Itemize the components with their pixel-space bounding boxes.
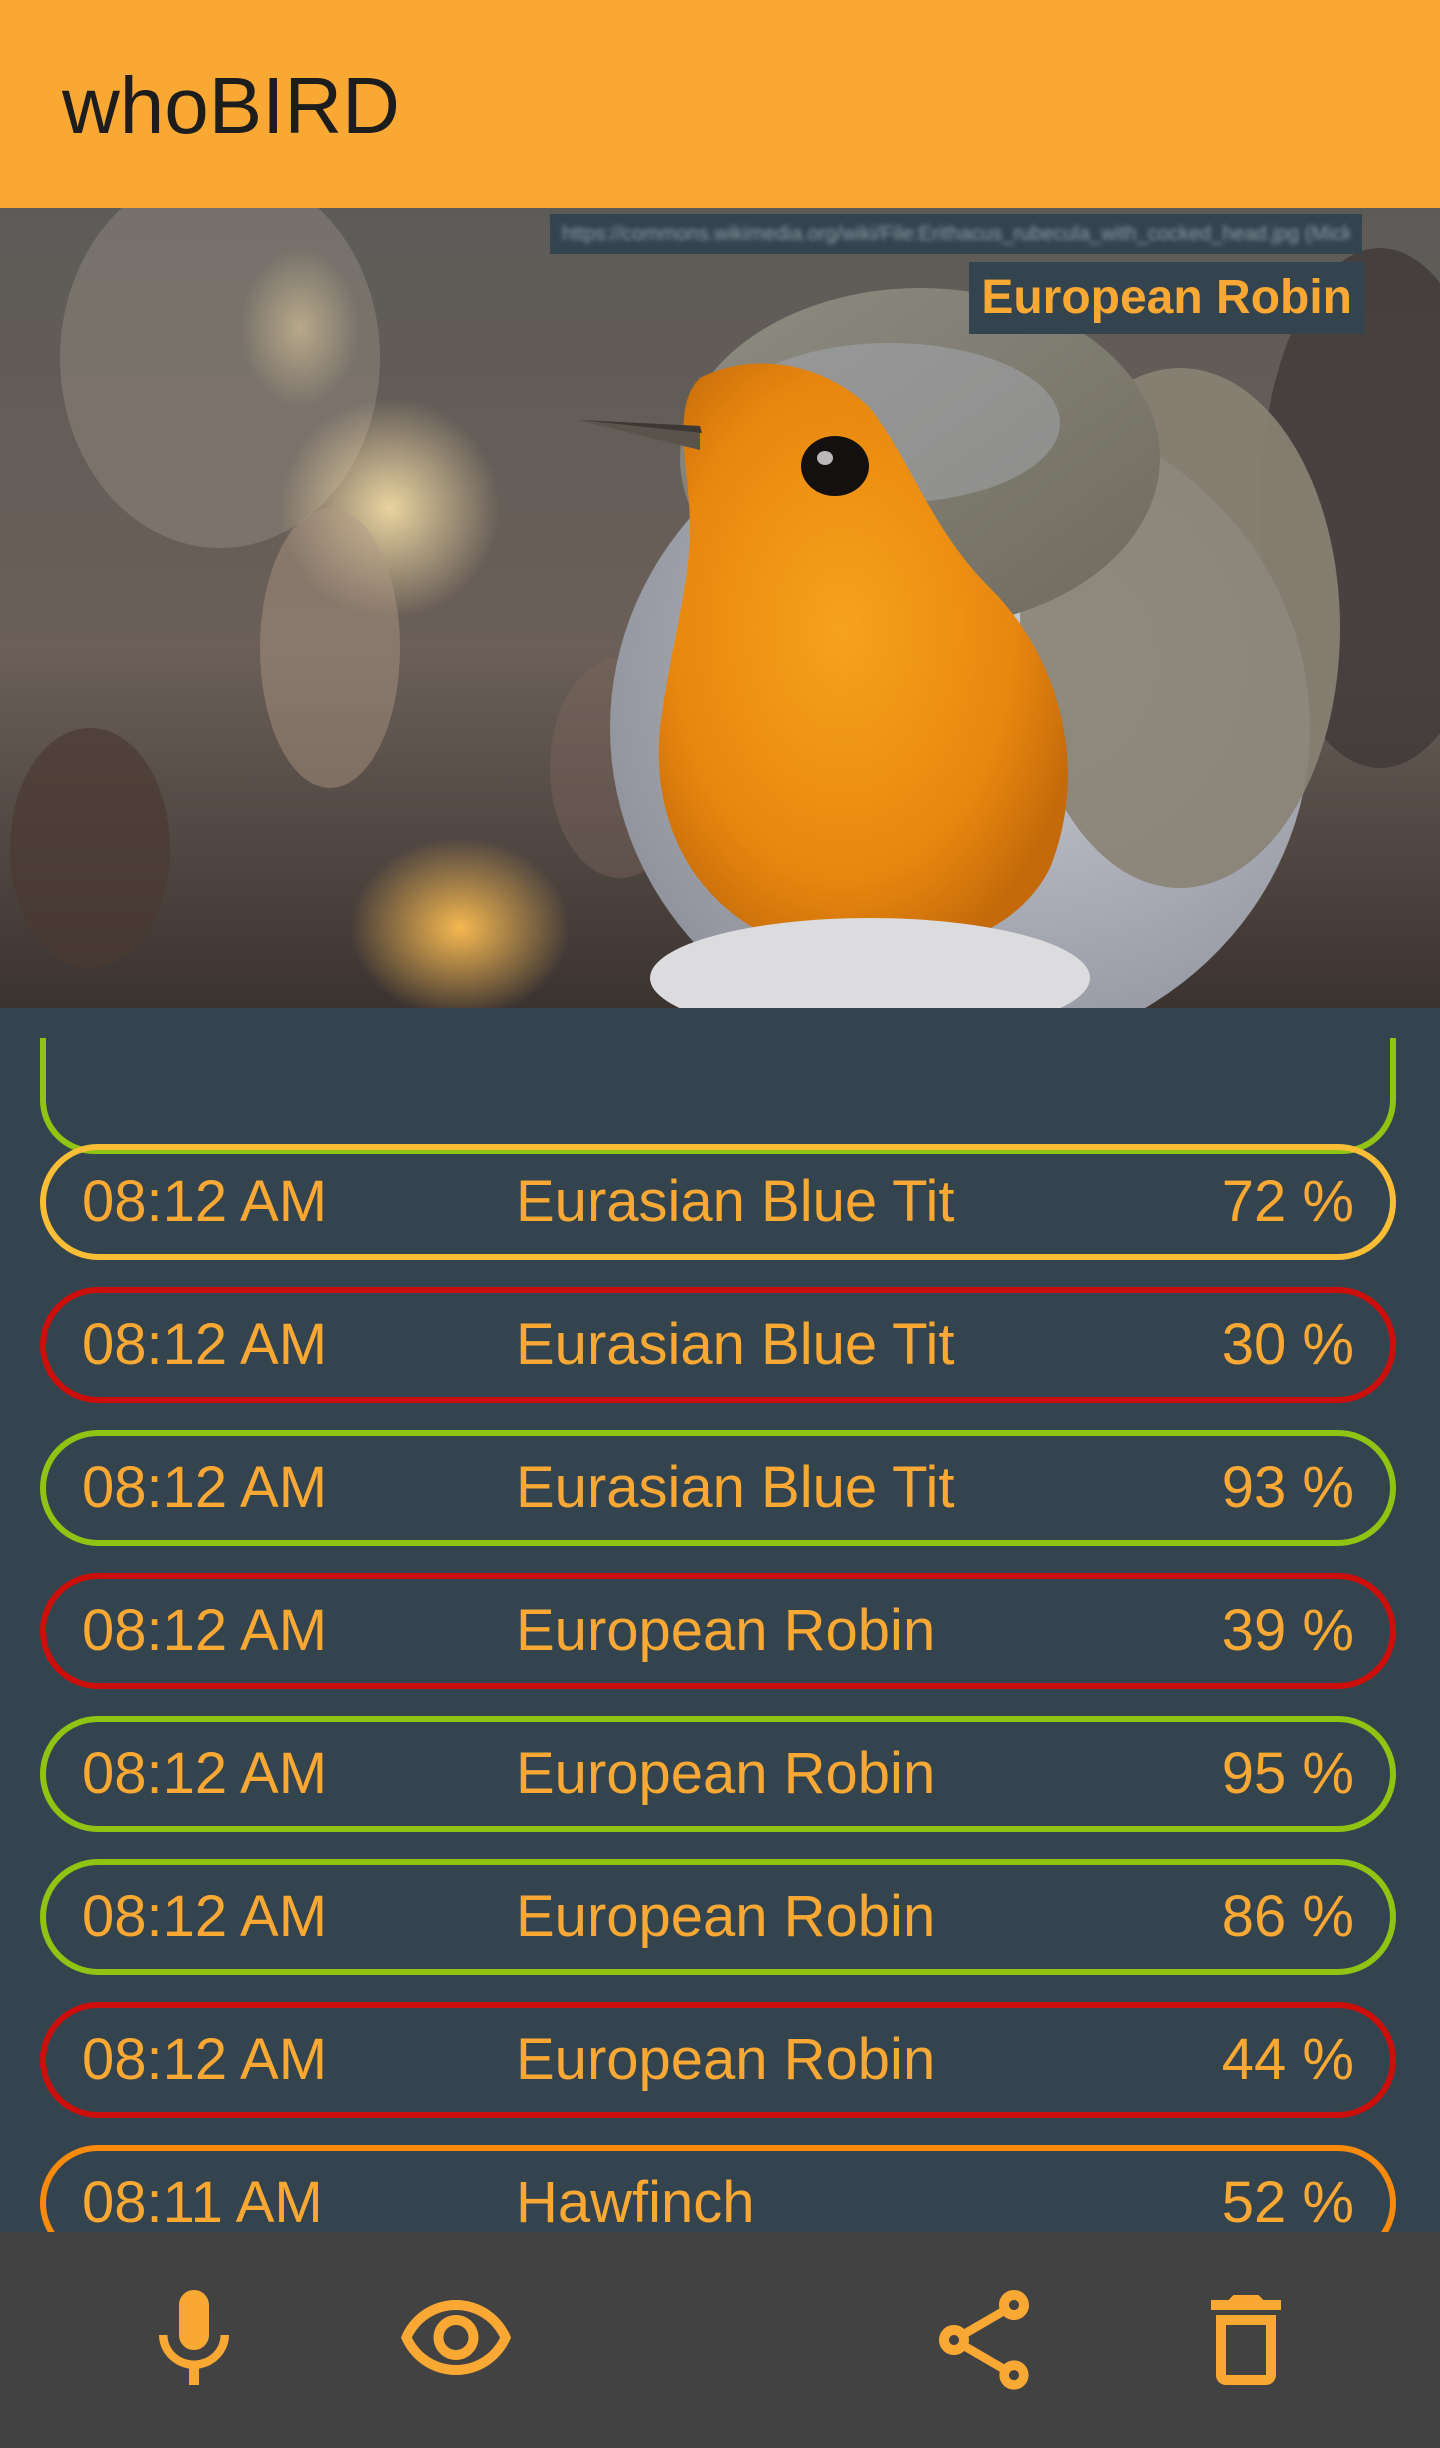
detection-time: 08:12 AM xyxy=(82,1169,328,1234)
eye-button[interactable] xyxy=(396,2280,516,2400)
app-bar: whoBIRD xyxy=(0,0,1440,208)
detection-row[interactable]: 08:12 AM European Robin 44 % xyxy=(40,2002,1396,2118)
detection-confidence: 44 % xyxy=(1221,2027,1354,2092)
photo-credit-bar: https://commons.wikimedia.org/wiki/File:… xyxy=(550,214,1362,254)
app-title: whoBIRD xyxy=(62,61,400,150)
detection-species: Eurasian Blue Tit xyxy=(516,1169,955,1234)
share-button[interactable] xyxy=(924,2280,1044,2400)
eye-icon xyxy=(401,2300,511,2375)
detection-time: 08:12 AM xyxy=(82,1884,328,1949)
detection-confidence: 30 % xyxy=(1221,1312,1354,1377)
detection-time: 08:12 AM xyxy=(82,1455,328,1520)
delete-button[interactable] xyxy=(1186,2280,1306,2400)
detection-row[interactable]: 08:12 AM Eurasian Blue Tit 93 % xyxy=(40,1430,1396,1546)
detection-confidence: 39 % xyxy=(1221,1598,1354,1663)
detection-row[interactable]: 08:12 AM European Robin 95 % xyxy=(40,1716,1396,1832)
detection-time: 08:12 AM xyxy=(82,2027,328,2092)
detection-time: 08:12 AM xyxy=(82,1741,328,1806)
detection-confidence: 95 % xyxy=(1221,1741,1354,1806)
microphone-icon xyxy=(159,2290,229,2385)
microphone-button[interactable] xyxy=(134,2280,254,2400)
detection-row[interactable]: 08:12 AM Eurasian Blue Tit 30 % xyxy=(40,1287,1396,1403)
detection-confidence: 72 % xyxy=(1221,1169,1354,1234)
detection-species: European Robin xyxy=(516,1884,936,1949)
bottom-toolbar xyxy=(0,2232,1440,2448)
detection-species: Eurasian Blue Tit xyxy=(516,1312,955,1377)
partial-list-item[interactable] xyxy=(40,1038,1396,1154)
detection-species: European Robin xyxy=(516,1598,936,1663)
detection-species: Hawfinch xyxy=(516,2170,755,2232)
detection-confidence: 52 % xyxy=(1221,2170,1354,2232)
detection-species: Eurasian Blue Tit xyxy=(516,1455,955,1520)
detection-row[interactable]: 08:11 AM Hawfinch 52 % xyxy=(40,2145,1396,2232)
detection-row[interactable]: 08:12 AM European Robin 39 % xyxy=(40,1573,1396,1689)
photo-credit-text: https://commons.wikimedia.org/wiki/File:… xyxy=(562,223,1350,245)
share-icon xyxy=(939,2290,1029,2390)
detection-time: 08:12 AM xyxy=(82,1312,328,1377)
detection-list[interactable]: 08:12 AM Eurasian Blue Tit 72 % 08:12 AM Eur… xyxy=(0,1008,1440,2232)
detection-time: 08:12 AM xyxy=(82,1598,328,1663)
bird-photo: https://commons.wikimedia.org/wiki/File:… xyxy=(0,208,1440,1008)
detection-confidence: 93 % xyxy=(1221,1455,1354,1520)
detection-species: European Robin xyxy=(516,1741,936,1806)
detection-species: European Robin xyxy=(516,2027,936,2092)
species-label: European Robin xyxy=(969,262,1364,334)
detection-row[interactable]: 08:12 AM European Robin 86 % xyxy=(40,1859,1396,1975)
detection-confidence: 86 % xyxy=(1221,1884,1354,1949)
detection-row[interactable]: 08:12 AM Eurasian Blue Tit 72 % xyxy=(40,1144,1396,1260)
detection-time: 08:11 AM xyxy=(82,2170,323,2232)
trash-icon xyxy=(1211,2295,1281,2385)
